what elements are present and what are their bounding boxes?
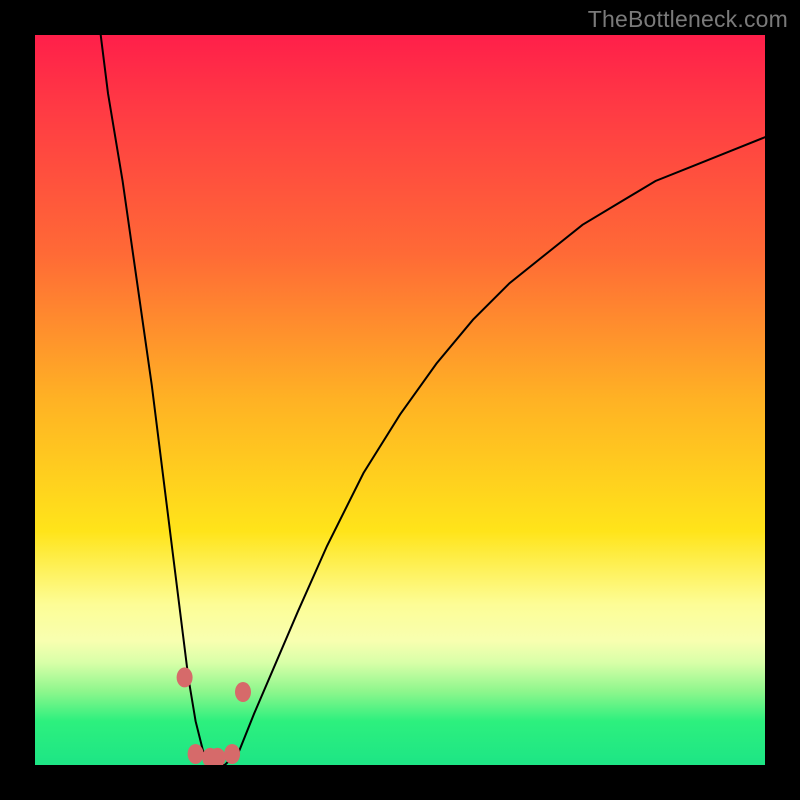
plot-area [35,35,765,765]
curve-marker [188,744,204,764]
chart-frame: TheBottleneck.com [0,0,800,800]
curve-marker [235,682,251,702]
watermark-text: TheBottleneck.com [588,6,788,33]
bottleneck-curve [101,35,765,765]
curve-marker [177,667,193,687]
curve-svg [35,35,765,765]
curve-marker [224,744,240,764]
